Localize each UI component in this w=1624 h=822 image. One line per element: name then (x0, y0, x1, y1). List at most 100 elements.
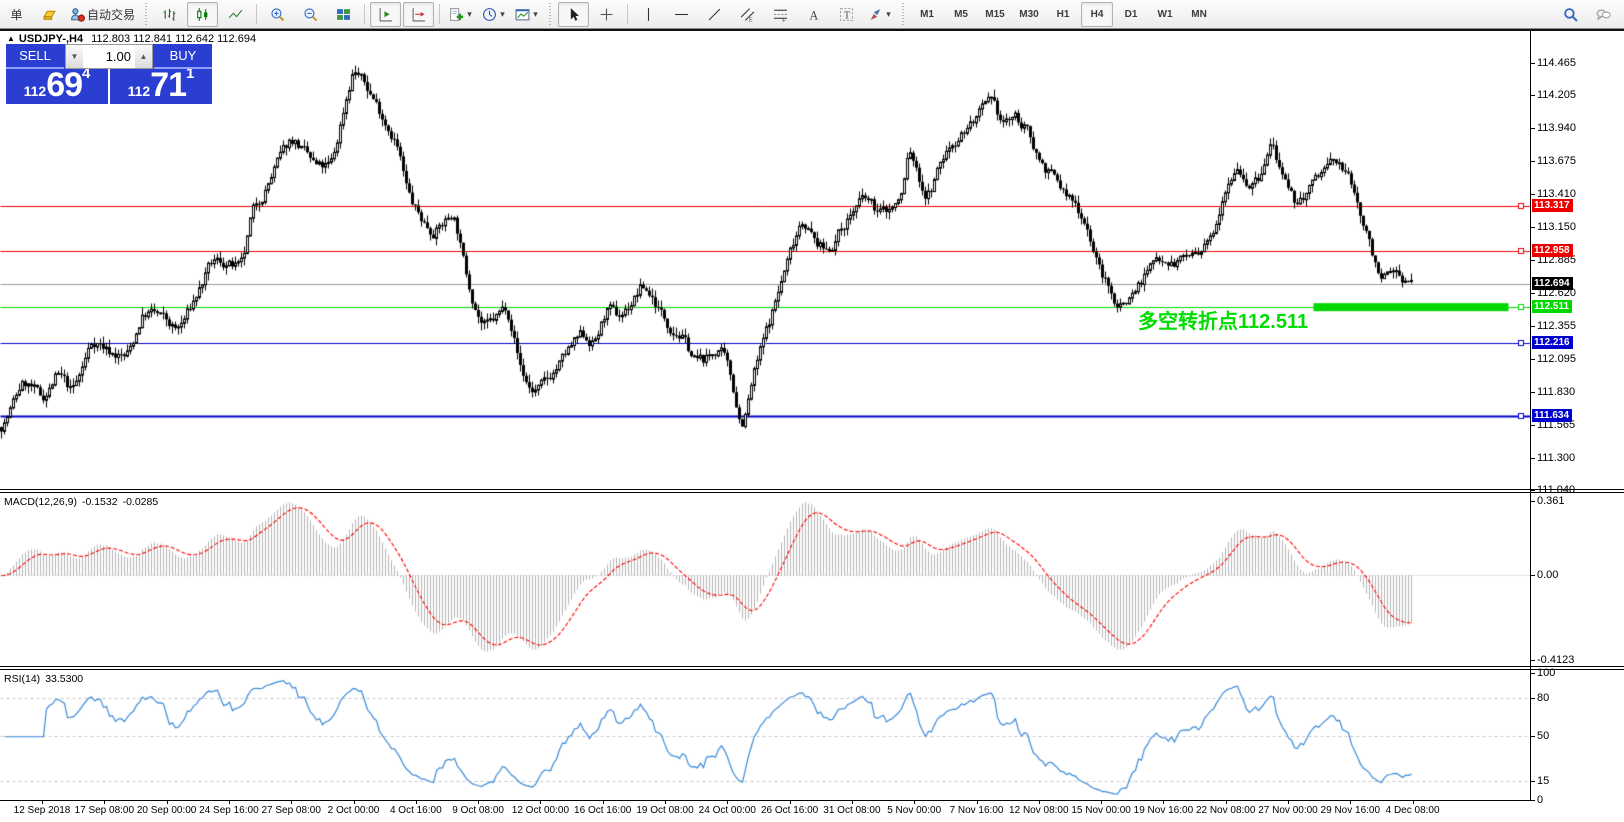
toolbar-drag-handle[interactable] (144, 3, 148, 25)
vertical-line-button[interactable] (633, 2, 664, 27)
periods-button[interactable]: ▾ (478, 2, 509, 27)
macd-axis-tick: -0.4123 (1537, 654, 1574, 666)
sell-button[interactable]: SELL (6, 44, 64, 69)
search-button[interactable] (1555, 2, 1586, 27)
zoom-in-button[interactable] (262, 2, 293, 27)
timeframe-d1[interactable]: D1 (1115, 2, 1147, 27)
timeframe-w1[interactable]: W1 (1149, 2, 1181, 27)
text-button[interactable]: A (798, 2, 829, 27)
price-axis-tick: 114.465 (1537, 57, 1576, 69)
bar-chart-button[interactable] (154, 2, 185, 27)
time-axis-tick (914, 801, 915, 804)
volume-spinner: ▼ ▲ (65, 44, 153, 69)
equidistant-channel-icon: E (740, 7, 755, 22)
price-chart-pane[interactable] (0, 31, 1530, 489)
tile-windows-button[interactable] (328, 2, 359, 27)
periods-icon (482, 7, 497, 22)
rsi-chart[interactable] (0, 670, 1530, 800)
macd-axis-tick: 0.00 (1537, 569, 1558, 581)
current-price-badge: 112.694 (1532, 277, 1573, 290)
buy-button[interactable]: BUY (154, 44, 212, 69)
autotrading-button[interactable]: 自动交易 (67, 2, 138, 27)
arrows-icon (868, 7, 883, 22)
toolbar: 单 自动交易 ▾ ▾ ▾ E FA T ▾ M1M5M15M30H1H4D1W1MN (0, 0, 1624, 29)
timeframe-m15[interactable]: M15 (979, 2, 1011, 27)
crosshair-button[interactable] (591, 2, 622, 27)
macd-indicator-label: MACD(12,26,9)-0.1532-0.0285 (4, 496, 163, 508)
chart-shift-icon (411, 7, 426, 22)
time-axis-tick (603, 801, 604, 804)
time-axis-label: 9 Oct 08:00 (452, 805, 504, 816)
text-label-button[interactable]: T (831, 2, 862, 27)
candlestick-chart[interactable] (0, 31, 1530, 489)
time-axis-label: 5 Nov 00:00 (887, 805, 941, 816)
time-axis-tick (1288, 801, 1289, 804)
timeframe-m30[interactable]: M30 (1013, 2, 1045, 27)
timeframe-mn[interactable]: MN (1183, 2, 1215, 27)
time-axis-tick (167, 801, 168, 804)
collapse-triangle-icon[interactable]: ▲ (7, 34, 15, 43)
svg-text:T: T (844, 10, 851, 21)
time-axis-tick (1413, 801, 1414, 804)
time-axis-label: 20 Sep 00:00 (137, 805, 197, 816)
time-axis-tick (354, 801, 355, 804)
cursor-button[interactable] (558, 2, 589, 27)
price-level-badge: 112.216 (1532, 336, 1573, 349)
rsi-pane[interactable] (0, 670, 1530, 800)
order-book-icon-button[interactable] (34, 2, 65, 27)
caret-down-icon: ▾ (500, 9, 505, 20)
toolbar-drag-handle[interactable] (901, 3, 905, 25)
time-axis-tick (1039, 801, 1040, 804)
tile-windows-icon (336, 7, 351, 22)
trendline-button[interactable] (699, 2, 730, 27)
toolbar-drag-handle[interactable] (548, 3, 552, 25)
auto-scroll-button[interactable] (370, 2, 401, 27)
timeframe-h1[interactable]: H1 (1047, 2, 1079, 27)
macd-pane[interactable] (0, 493, 1530, 666)
time-axis-label: 26 Oct 16:00 (761, 805, 818, 816)
templates-button[interactable]: ▾ (511, 2, 542, 27)
line-chart-button[interactable] (220, 2, 251, 27)
timeframe-m5[interactable]: M5 (945, 2, 977, 27)
price-axis-tick: 113.150 (1537, 221, 1576, 233)
arrows-button[interactable]: ▾ (864, 2, 895, 27)
time-axis-label: 17 Sep 08:00 (75, 805, 135, 816)
time-axis-label: 27 Sep 08:00 (261, 805, 321, 816)
zoom-out-icon (303, 7, 318, 22)
fibonacci-button[interactable]: F (765, 2, 796, 27)
macd-chart[interactable] (0, 493, 1530, 666)
zoom-out-button[interactable] (295, 2, 326, 27)
time-axis-tick (291, 801, 292, 804)
equidistant-channel-button[interactable]: E (732, 2, 763, 27)
trendline-icon (707, 7, 722, 22)
price-level-badge: 112.511 (1532, 300, 1572, 313)
time-axis-tick (229, 801, 230, 804)
timeframe-h4[interactable]: H4 (1081, 2, 1113, 27)
cursor-icon (566, 7, 581, 22)
candlestick-button[interactable] (187, 2, 218, 27)
sell-price: 112694 (6, 68, 108, 102)
rsi-axis-tick: 0 (1537, 794, 1543, 806)
volume-up-button[interactable]: ▲ (135, 45, 152, 68)
chart-shift-button[interactable] (403, 2, 434, 27)
price-level-badge: 111.634 (1532, 409, 1572, 422)
time-axis-label: 16 Oct 16:00 (574, 805, 631, 816)
rsi-axis-tick: 15 (1537, 775, 1549, 787)
chat-button[interactable] (1588, 2, 1619, 27)
time-axis-label: 12 Oct 00:00 (512, 805, 569, 816)
volume-input[interactable] (83, 45, 135, 68)
rsi-axis-tick: 80 (1537, 692, 1549, 704)
price-level-badge: 112.958 (1532, 244, 1573, 257)
vertical-line-icon (641, 7, 656, 22)
fibonacci-icon: F (773, 7, 788, 22)
time-axis-tick (790, 801, 791, 804)
horizontal-line-button[interactable] (666, 2, 697, 27)
autotrading-icon (70, 7, 85, 22)
time-axis-label: 2 Oct 00:00 (328, 805, 380, 816)
new-order-button[interactable]: 单 (1, 2, 32, 27)
time-axis-label: 12 Nov 08:00 (1009, 805, 1069, 816)
horizontal-line-icon (674, 7, 689, 22)
indicators-button[interactable]: ▾ (445, 2, 476, 27)
volume-down-button[interactable]: ▼ (66, 45, 83, 68)
timeframe-m1[interactable]: M1 (911, 2, 943, 27)
